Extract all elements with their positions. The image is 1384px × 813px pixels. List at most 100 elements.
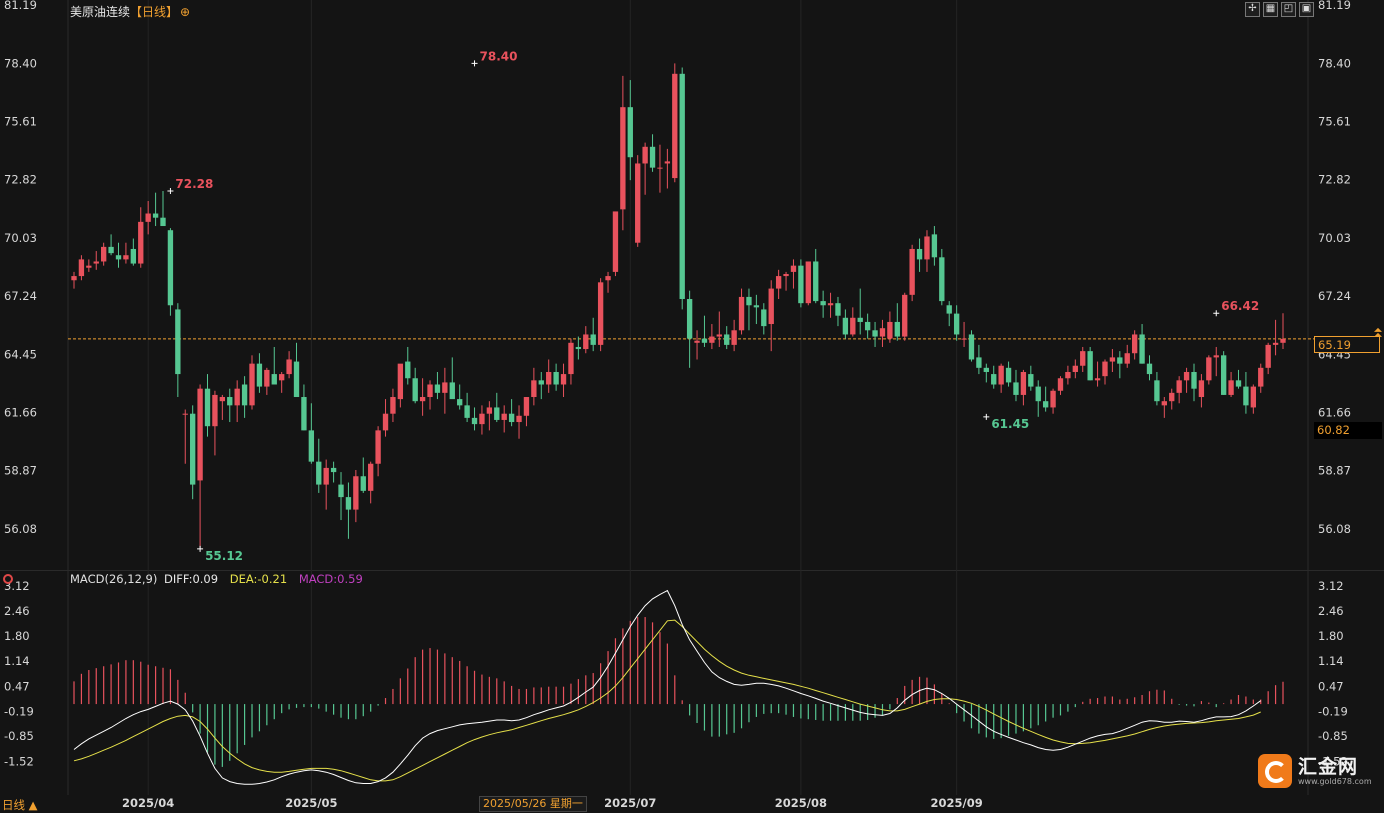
candle-body[interactable] [761,309,767,327]
candle-body[interactable] [256,363,263,387]
candle-body[interactable] [1243,386,1249,406]
candle-body[interactable] [1198,380,1205,398]
candle-body[interactable] [1220,355,1227,395]
candle-body[interactable] [976,357,982,368]
grid-icon[interactable]: ▦ [1263,2,1278,17]
candle-body[interactable] [190,413,196,485]
candle-body[interactable] [427,384,433,398]
candle-body[interactable] [323,467,329,485]
candle-body[interactable] [553,371,559,385]
candle-body[interactable] [442,382,448,393]
candle-body[interactable] [508,413,515,423]
candle-body[interactable] [219,397,226,402]
crosshair-icon[interactable]: ✢ [1245,2,1260,17]
candle-body[interactable] [738,296,745,331]
candle-body[interactable] [568,342,574,375]
candle-body[interactable] [308,430,315,462]
candle-body[interactable] [338,484,344,498]
candle-body[interactable] [330,467,337,473]
candle-body[interactable] [279,374,285,381]
candle-body[interactable] [360,476,366,491]
candle-body[interactable] [790,265,797,272]
candle-body[interactable] [531,380,537,398]
candle-body[interactable] [197,388,203,481]
candle-body[interactable] [1265,344,1271,368]
candle-body[interactable] [597,282,604,345]
candle-body[interactable] [709,336,715,343]
candle-body[interactable] [1235,380,1242,387]
candle-body[interactable] [753,305,760,308]
candle-body[interactable] [768,288,774,325]
candle-body[interactable] [1102,361,1108,377]
candle-body[interactable] [909,248,915,295]
candle-body[interactable] [1124,353,1130,364]
candle-body[interactable] [1005,367,1012,383]
candle-body[interactable] [1250,386,1257,408]
candle-body[interactable] [160,217,166,227]
candle-body[interactable] [182,413,188,415]
candle-body[interactable] [835,303,841,316]
candle-body[interactable] [204,388,211,427]
candle-body[interactable] [457,399,463,406]
candle-body[interactable] [664,161,671,164]
candle-body[interactable] [1280,338,1286,343]
candle-body[interactable] [271,374,277,385]
candle-body[interactable] [612,211,619,272]
candle-body[interactable] [130,248,137,264]
candle-body[interactable] [479,413,485,425]
candle-body[interactable] [227,397,233,406]
candle-body[interactable] [538,380,544,385]
candle-body[interactable] [375,430,381,464]
candle-body[interactable] [390,397,396,414]
candle-body[interactable] [783,273,789,277]
candle-body[interactable] [775,276,782,289]
candle-body[interactable] [701,338,708,343]
candle-body[interactable] [1042,401,1049,408]
candle-body[interactable] [627,107,633,158]
candle-body[interactable] [642,146,648,164]
candle-body[interactable] [115,255,122,260]
candle-body[interactable] [86,265,92,268]
candle-body[interactable] [1065,371,1071,379]
period-selector[interactable]: 日线 ▲ [2,797,38,813]
candle-body[interactable] [1228,380,1234,395]
candle-body[interactable] [1013,382,1019,395]
candle-body[interactable] [286,359,292,375]
candle-body[interactable] [1258,367,1264,387]
candle-body[interactable] [694,340,700,343]
candle-body[interactable] [575,346,582,350]
candle-body[interactable] [249,363,255,406]
candle-body[interactable] [464,405,470,418]
period-label[interactable]: 【日线】 [130,5,178,19]
candle-body[interactable] [175,309,181,375]
candle-body[interactable] [805,261,811,304]
candle-body[interactable] [494,407,500,420]
candle-body[interactable] [412,378,418,402]
candle-body[interactable] [264,369,270,387]
candle-body[interactable] [635,163,641,243]
candle-body[interactable] [471,417,478,425]
candle-body[interactable] [620,107,626,210]
candle-body[interactable] [405,361,411,379]
candle-body[interactable] [167,230,174,306]
candle-body[interactable] [657,167,663,169]
candle-body[interactable] [798,265,804,304]
candle-body[interactable] [686,299,693,339]
candle-body[interactable] [887,321,893,339]
candle-body[interactable] [353,476,359,510]
candle-body[interactable] [152,213,159,218]
candle-body[interactable] [961,338,967,340]
candle-body[interactable] [731,330,737,345]
candle-body[interactable] [1020,371,1027,395]
candle-body[interactable] [991,374,997,385]
candle-body[interactable] [983,367,989,372]
candle-body[interactable] [546,371,552,385]
candle-body[interactable] [419,397,426,402]
candle-body[interactable] [939,257,945,302]
candle-body[interactable] [123,255,129,260]
candle-body[interactable] [924,236,930,260]
candle-body[interactable] [968,334,975,360]
candle-body[interactable] [1109,357,1116,362]
candle-body[interactable] [1176,380,1182,393]
candle-body[interactable] [1191,371,1197,389]
